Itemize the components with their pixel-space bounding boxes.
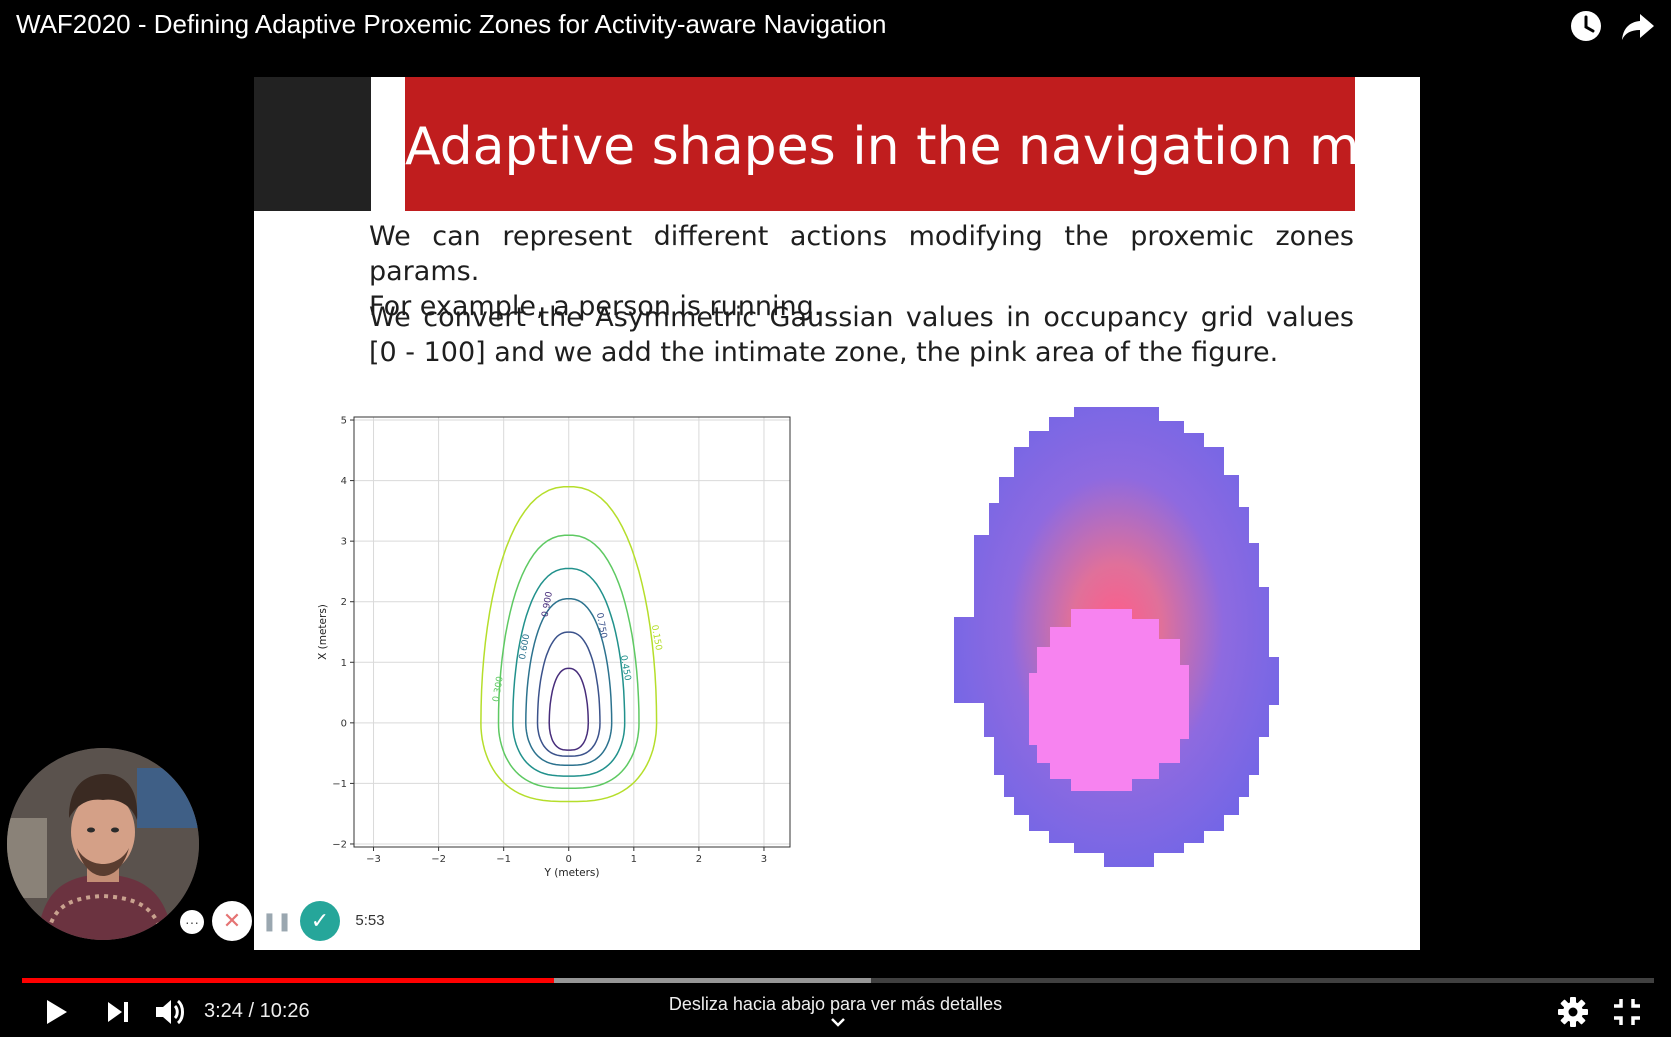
y-tick-label: −2 [332, 839, 347, 850]
y-tick-label: 5 [341, 416, 347, 427]
x-tick-label: −3 [366, 854, 381, 865]
y-tick-label: 4 [341, 476, 347, 487]
slide-title-banner: Adaptive shapes in the navigation map [405, 77, 1420, 211]
contour-label: 0.150 [649, 624, 663, 651]
progress-played [22, 978, 555, 983]
exit-fullscreen-icon[interactable] [1609, 994, 1645, 1030]
occupancy-heatmap [954, 407, 1279, 867]
presentation-slide: Adaptive shapes in the navigation map We… [254, 77, 1420, 950]
slide-paragraph-2: We convert the Asymmetric Gaussian value… [369, 300, 1354, 370]
cancel-recording-button[interactable]: ✕ [212, 901, 252, 941]
check-icon: ✓ [310, 908, 330, 933]
y-tick-label: 0 [341, 718, 347, 729]
top-bar: WAF2020 - Defining Adaptive Proxemic Zon… [0, 0, 1671, 60]
pause-recording-button[interactable]: ❚❚ [257, 901, 297, 941]
slide-corner-block [254, 77, 371, 211]
contour-label: 0.750 [594, 612, 608, 639]
slide-text-line: [0 - 100] and we add the intimate zone, … [369, 337, 1279, 368]
y-tick-label: 3 [341, 537, 347, 548]
x-tick-label: 1 [631, 854, 637, 865]
contour-plot: −3 −2 −1 0 1 2 3−2−10123450.1500.3000.4500.600… [317, 416, 791, 879]
y-tick-label: 2 [341, 597, 347, 608]
y-tick-label: −1 [332, 779, 347, 790]
presenter-avatar [7, 748, 199, 940]
close-icon: ✕ [222, 908, 242, 933]
x-tick-label: 0 [566, 854, 572, 865]
y-axis-label: X (meters) [317, 604, 329, 660]
clock-icon[interactable] [1568, 8, 1604, 44]
pause-icon: ❚❚ [261, 910, 293, 931]
slide-text-line: We can represent different actions modif… [369, 221, 1354, 287]
video-title: WAF2020 - Defining Adaptive Proxemic Zon… [16, 9, 887, 39]
x-axis-label: Y (meters) [544, 867, 600, 879]
more-options-button[interactable]: ··· [180, 910, 204, 934]
share-icon[interactable] [1620, 8, 1656, 44]
slide-text-line: We convert the Asymmetric Gaussian value… [369, 302, 1354, 333]
x-tick-label: −2 [431, 854, 446, 865]
contour-label: 0.600 [518, 633, 532, 660]
x-tick-label: 3 [761, 854, 767, 865]
gear-icon[interactable] [1555, 994, 1591, 1030]
progress-bar[interactable] [22, 978, 1654, 983]
x-tick-label: 2 [696, 854, 702, 865]
contour-label: 0.900 [541, 591, 555, 618]
recording-timer: 5:53 [343, 903, 397, 939]
x-tick-label: −1 [496, 854, 511, 865]
slide-title: Adaptive shapes in the navigation map [405, 117, 1420, 177]
finish-recording-button[interactable]: ✓ [300, 901, 340, 941]
contour-label: 0.450 [618, 654, 632, 681]
webcam-overlay [7, 748, 199, 940]
swipe-hint: Desliza hacia abajo para ver más detalle… [668, 994, 1003, 1014]
more-label: ··· [185, 914, 199, 930]
y-tick-label: 1 [341, 658, 347, 669]
chevron-down-icon[interactable] [828, 1016, 848, 1030]
